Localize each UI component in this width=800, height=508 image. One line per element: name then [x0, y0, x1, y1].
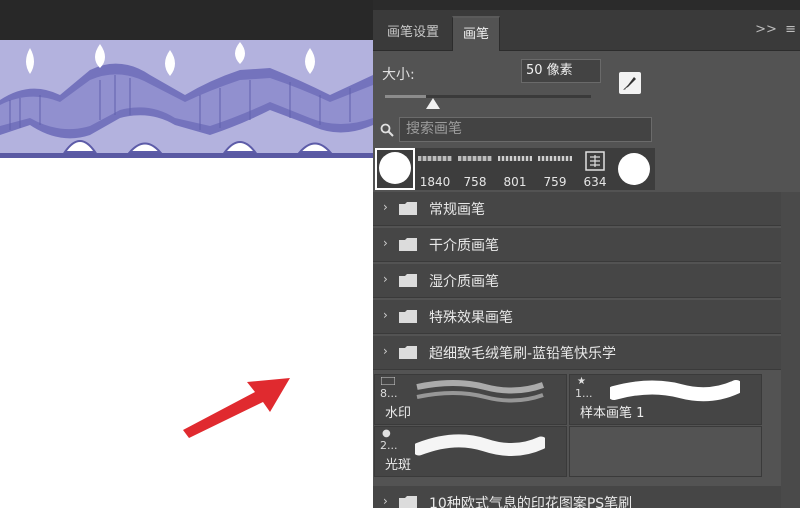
round-brush-icon — [618, 153, 650, 185]
expand-icon[interactable]: >> — [755, 22, 777, 37]
folder-icon — [399, 238, 417, 251]
folder-icon — [399, 346, 417, 359]
expanded-group-brushes: 8... 水印 ★ 1... 样本画笔 1 ● 2... 光斑 — [373, 374, 781, 486]
brush-bokeh[interactable]: ● 2... 光斑 — [374, 426, 567, 477]
tab-brushes[interactable]: 画笔 — [452, 16, 501, 51]
preset-759[interactable]: 759 — [535, 148, 575, 190]
watermark-stroke-preview — [416, 380, 545, 403]
size-slider-fill — [385, 95, 427, 98]
preset-1840[interactable]: 1840 — [415, 148, 455, 190]
chevron-right-icon[interactable]: › — [383, 494, 388, 508]
chevron-right-icon[interactable]: › — [383, 236, 388, 250]
size-slider-track[interactable] — [385, 95, 591, 98]
search-brushes-input[interactable]: 搜索画笔 — [399, 117, 652, 142]
stroke-preview-icon — [498, 156, 532, 161]
group-special-effects-brushes[interactable]: › 特殊效果画笔 — [373, 300, 781, 334]
ornamental-border-image — [0, 40, 373, 160]
tab-brush-settings[interactable]: 画笔设置 — [377, 16, 449, 51]
folder-icon — [399, 202, 417, 215]
red-arrow-annotation — [183, 378, 290, 438]
size-input[interactable]: 50 像素 — [521, 59, 601, 83]
group-general-brushes[interactable]: › 常规画笔 — [373, 192, 781, 226]
menu-icon[interactable]: ≡ — [785, 22, 796, 37]
group-european-print-brushes[interactable]: › 10种欧式气息的印花图案PS笔刷 — [373, 486, 781, 508]
panel-tabbar: 画笔设置 画笔 >> ≡ — [373, 10, 800, 51]
brush-pose-button[interactable] — [619, 72, 641, 94]
preset-round-selected[interactable] — [375, 148, 415, 190]
chevron-right-icon[interactable]: › — [383, 272, 388, 286]
preset-758[interactable]: 758 — [455, 148, 495, 190]
group-fine-fur-brushes[interactable]: › 超细致毛绒笔刷-蓝铅笔快乐学 — [373, 336, 781, 370]
seal-stamp-icon — [585, 151, 605, 171]
folder-icon — [399, 274, 417, 287]
round-tip-icon: ● — [382, 428, 391, 439]
preset-801[interactable]: 801 — [495, 148, 535, 190]
brushes-panel: 画笔设置 画笔 >> ≡ 大小: 50 像素 搜索画笔 1840 758 801… — [373, 10, 800, 508]
chevron-right-icon[interactable]: › — [383, 200, 388, 214]
preset-634[interactable]: 634 — [575, 148, 615, 190]
brush-stroke-icon — [381, 377, 395, 385]
brush-pen-icon — [623, 77, 636, 90]
star-icon: ★ — [577, 376, 586, 387]
panel-menu: >> ≡ — [751, 22, 796, 37]
search-icon — [380, 123, 394, 137]
size-slider-thumb[interactable] — [426, 98, 440, 109]
brush-watermark[interactable]: 8... 水印 — [374, 374, 567, 425]
empty-brush-slot — [569, 426, 762, 477]
bokeh-stroke-preview — [415, 434, 545, 456]
recent-brush-presets: 1840 758 801 759 634 — [373, 148, 800, 190]
group-dry-media-brushes[interactable]: › 干介质画笔 — [373, 228, 781, 262]
round-brush-icon — [379, 152, 411, 184]
stroke-preview-icon — [538, 156, 572, 161]
panel-scrollbar[interactable] — [781, 192, 800, 508]
chevron-down-icon[interactable]: › — [383, 344, 388, 358]
chevron-right-icon[interactable]: › — [383, 308, 388, 322]
group-wet-media-brushes[interactable]: › 湿介质画笔 — [373, 264, 781, 298]
panel-top-strip — [373, 0, 800, 10]
folder-icon — [399, 310, 417, 323]
brush-sample-1[interactable]: ★ 1... 样本画笔 1 — [569, 374, 762, 425]
stroke-preview-icon — [458, 156, 492, 161]
folder-icon — [399, 496, 417, 508]
stroke-preview-icon — [418, 156, 452, 161]
size-label: 大小: — [382, 67, 415, 83]
preset-hard-round[interactable] — [615, 148, 655, 190]
